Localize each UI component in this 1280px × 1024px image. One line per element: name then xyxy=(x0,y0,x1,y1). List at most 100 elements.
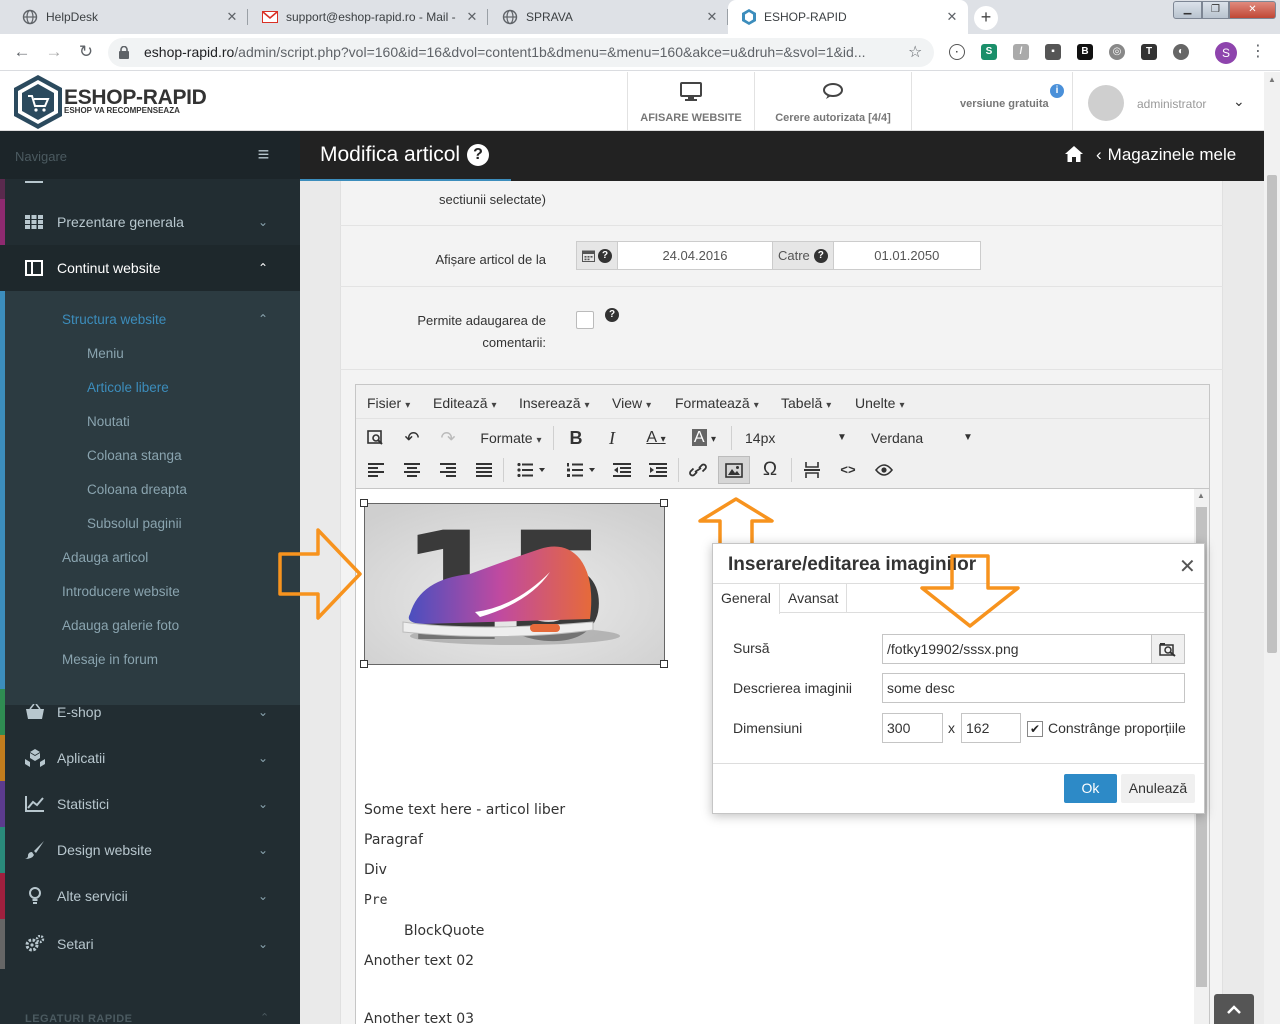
bookmark-star-icon[interactable]: ☆ xyxy=(908,42,922,62)
submenu-item-noutati[interactable]: Noutati xyxy=(87,414,130,429)
tab-avansat[interactable]: Avansat xyxy=(780,584,848,613)
submenu-item-subsol[interactable]: Subsolul paginii xyxy=(87,516,182,531)
scroll-up-icon[interactable]: ▲ xyxy=(1268,75,1276,84)
close-icon[interactable]: ✕ xyxy=(1179,554,1196,579)
avatar[interactable] xyxy=(1088,85,1124,121)
submenu-item-coloana-stanga[interactable]: Coloana stanga xyxy=(87,448,182,463)
view-website-button[interactable]: AFISARE WEBSITE xyxy=(627,72,754,130)
resize-handle[interactable] xyxy=(360,660,368,668)
source-input[interactable]: /fotky19902/sssx.png xyxy=(882,634,1152,664)
background-color-icon[interactable]: A ▾ xyxy=(684,426,724,450)
help-question-icon[interactable]: ? xyxy=(605,308,619,322)
sidebar-item-eshop[interactable]: E-shop ⌄ xyxy=(0,689,300,735)
requests-button[interactable]: Cerere autorizata [4/4] xyxy=(754,72,912,130)
outdent-icon[interactable] xyxy=(610,458,634,482)
menu-formateaza[interactable]: Formatează xyxy=(675,395,759,411)
submenu-item-introducere[interactable]: Introducere website xyxy=(62,584,180,599)
formats-dropdown[interactable]: Formate xyxy=(476,426,546,450)
sidebar-item-statistici[interactable]: Statistici ⌄ xyxy=(0,781,300,827)
logo-basket-icon[interactable] xyxy=(12,74,64,130)
info-icon[interactable]: i xyxy=(1050,84,1064,98)
inserted-image[interactable]: 15 xyxy=(360,499,668,668)
sidebar-item-aplicatii[interactable]: Aplicatii ⌄ xyxy=(0,735,300,781)
menu-editeaza[interactable]: Editează xyxy=(433,395,497,411)
maximize-button[interactable]: ❐ xyxy=(1202,1,1229,19)
extension-icon[interactable]: ◎ xyxy=(1109,44,1125,60)
align-center-icon[interactable] xyxy=(400,458,424,482)
submenu-item-articole[interactable]: Articole libere xyxy=(87,380,169,395)
submenu-item-galerie[interactable]: Adauga galerie foto xyxy=(62,618,179,633)
profile-avatar[interactable]: S xyxy=(1215,42,1237,64)
page-scrollbar[interactable]: ▲ xyxy=(1264,72,1280,1024)
minimize-button[interactable]: ▁ xyxy=(1173,1,1202,19)
home-icon[interactable] xyxy=(1064,145,1084,163)
breadcrumb-magazine[interactable]: ‹ Magazinele mele xyxy=(1096,145,1236,165)
sidebar-item-continut[interactable]: Continut website ⌃ xyxy=(0,245,300,291)
browser-tab-helpdesk[interactable]: HelpDesk ✕ xyxy=(8,0,248,34)
close-icon[interactable]: ✕ xyxy=(464,9,480,25)
font-family-dropdown[interactable]: Verdana ▼ xyxy=(867,426,977,450)
cancel-button[interactable]: Anulează xyxy=(1121,774,1195,803)
reload-icon[interactable]: ↻ xyxy=(76,42,96,62)
undo-icon[interactable]: ↶ xyxy=(400,426,424,450)
numbered-list-icon[interactable] xyxy=(561,458,601,482)
submenu-item-coloana-dreapta[interactable]: Coloana dreapta xyxy=(87,482,187,497)
submenu-structura[interactable]: Structura website xyxy=(62,312,166,327)
preview-eye-icon[interactable] xyxy=(872,458,896,482)
allow-comments-checkbox[interactable] xyxy=(576,311,594,329)
sidebar-item-alte-servicii[interactable]: Alte servicii ⌄ xyxy=(0,873,300,919)
source-code-icon[interactable]: <> xyxy=(836,458,860,482)
menu-unelte[interactable]: Unelte xyxy=(855,395,905,411)
resize-handle[interactable] xyxy=(660,499,668,507)
address-bar[interactable]: eshop-rapid.ro/admin/script.php?vol=160&… xyxy=(108,38,934,67)
align-right-icon[interactable] xyxy=(436,458,460,482)
chevron-down-icon[interactable]: ⌄ xyxy=(1233,93,1245,110)
page-break-icon[interactable] xyxy=(800,458,824,482)
bold-icon[interactable]: B xyxy=(564,426,588,450)
menu-view[interactable]: View xyxy=(612,395,651,411)
scroll-up-icon[interactable]: ▲ xyxy=(1197,491,1205,500)
sidebar-item-setari[interactable]: Setari ⌄ xyxy=(0,921,300,967)
text-color-icon[interactable]: A ▾ xyxy=(636,426,676,450)
extension-icon[interactable]: T xyxy=(1141,44,1157,60)
extension-icon[interactable]: ▪ xyxy=(1045,44,1061,60)
sidebar-item-design[interactable]: Design website ⌄ xyxy=(0,827,300,873)
width-input[interactable]: 300 xyxy=(882,713,943,743)
window-close-button[interactable]: ✕ xyxy=(1229,1,1276,19)
special-character-icon[interactable]: Ω xyxy=(758,458,782,482)
close-icon[interactable]: ✕ xyxy=(224,9,240,25)
help-question-icon[interactable]: ? xyxy=(598,248,612,263)
user-name[interactable]: administrator xyxy=(1137,97,1206,111)
align-left-icon[interactable] xyxy=(364,458,388,482)
indent-icon[interactable] xyxy=(646,458,670,482)
extension-icon[interactable]: B xyxy=(1077,44,1093,60)
browser-menu-icon[interactable]: ⋮ xyxy=(1250,42,1266,62)
resize-handle[interactable] xyxy=(360,499,368,507)
close-icon[interactable]: ✕ xyxy=(704,9,720,25)
help-question-icon[interactable]: ? xyxy=(467,144,489,166)
extension-icon[interactable]: / xyxy=(1013,44,1029,60)
height-input[interactable]: 162 xyxy=(961,713,1021,743)
browser-tab-mail[interactable]: support@eshop-rapid.ro - Mail - ✕ xyxy=(248,0,488,34)
extension-icon[interactable]: ◐ xyxy=(1173,44,1189,60)
menu-tabela[interactable]: Tabelă xyxy=(781,395,831,411)
menu-insereaza[interactable]: Inserează xyxy=(519,395,590,411)
lock-icon[interactable] xyxy=(119,46,129,59)
date-from-input[interactable]: 24.04.2016 xyxy=(618,242,773,269)
forward-icon[interactable]: → xyxy=(44,42,64,62)
resize-handle[interactable] xyxy=(660,660,668,668)
browser-tab-eshop[interactable]: ESHOP-RAPID ✕ xyxy=(728,0,968,34)
submenu-item-meniu[interactable]: Meniu xyxy=(87,346,124,361)
bullet-list-icon[interactable] xyxy=(511,458,551,482)
ok-button[interactable]: Ok xyxy=(1064,774,1117,803)
preview-search-icon[interactable] xyxy=(364,426,388,450)
hamburger-menu-icon[interactable]: ≡ xyxy=(227,131,300,179)
extension-icon[interactable]: · xyxy=(949,44,965,60)
page-scrollbar-thumb[interactable] xyxy=(1267,175,1277,653)
back-icon[interactable]: ← xyxy=(12,42,32,62)
italic-icon[interactable]: I xyxy=(600,426,624,450)
submenu-item-mesaje[interactable]: Mesaje in forum xyxy=(62,652,158,667)
menu-fisier[interactable]: Fisier xyxy=(367,395,410,411)
browser-tab-sprava[interactable]: SPRAVA ✕ xyxy=(488,0,728,34)
extension-icon[interactable]: S xyxy=(981,44,997,60)
